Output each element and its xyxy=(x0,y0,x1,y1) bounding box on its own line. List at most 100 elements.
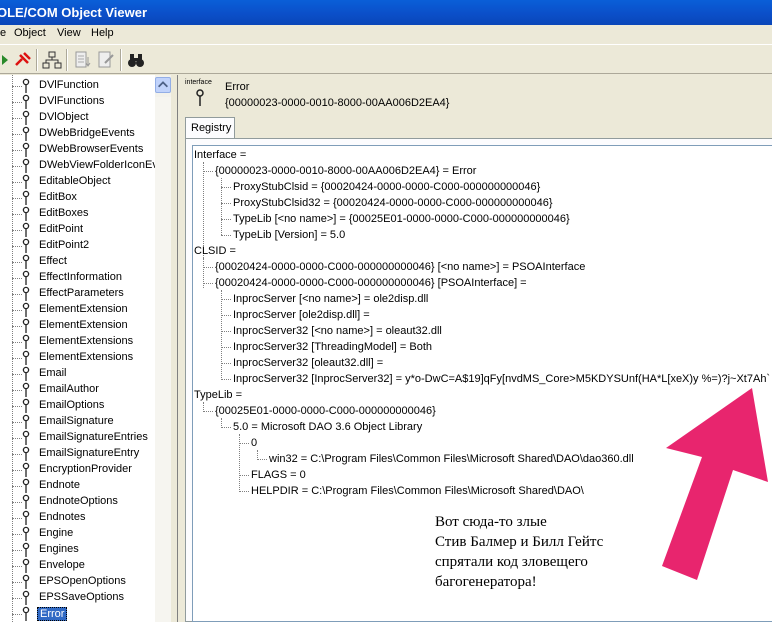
registry-line: InprocServer32 [<no name>] = oleaut32.dl… xyxy=(233,325,442,337)
tree-item-label: EditPoint xyxy=(39,223,84,235)
annotation-line: Вот сюда-то злые xyxy=(435,514,547,530)
view-icon[interactable] xyxy=(72,49,94,71)
tree-item[interactable]: EditPoint2 xyxy=(0,238,158,254)
interface-icon xyxy=(22,606,30,621)
interface-icon xyxy=(22,350,30,365)
scroll-track[interactable] xyxy=(155,97,171,622)
tree-item-label: Endnotes xyxy=(39,511,86,523)
tree-item-label: EffectInformation xyxy=(39,271,122,283)
tree-item-label: EditPoint2 xyxy=(39,239,90,251)
tree-item[interactable]: DWebViewFolderIconEv xyxy=(0,158,158,174)
interface-icon xyxy=(22,398,30,413)
tree-connector-line xyxy=(221,315,231,316)
registry-line: InprocServer32 [oleaut32.dll] = xyxy=(233,357,384,369)
annotation-text: Вот сюда-то злые Стив Балмер и Билл Гейт… xyxy=(435,512,655,592)
tree-item[interactable]: EffectParameters xyxy=(0,286,158,302)
tree-item[interactable]: EmailSignature xyxy=(0,414,158,430)
tree-item-label: EmailSignature xyxy=(39,415,114,427)
tree-item[interactable]: Envelope xyxy=(0,558,158,574)
tree-item[interactable]: Engines xyxy=(0,542,158,558)
interface-icon xyxy=(22,78,30,93)
tree-item-label: ElementExtensions xyxy=(39,351,134,363)
tree-item[interactable]: DVlFunction xyxy=(0,78,158,94)
tree-item-label: DVlFunction xyxy=(39,79,99,91)
interface-icon xyxy=(22,494,30,509)
tree-item[interactable]: ElementExtensions xyxy=(0,350,158,366)
menu-view[interactable]: View xyxy=(57,27,81,39)
tree-item[interactable]: EffectInformation xyxy=(0,270,158,286)
tree-connector-line xyxy=(221,363,231,364)
toolbar xyxy=(0,44,772,74)
tree-item[interactable]: DVlObject xyxy=(0,110,158,126)
tree-item[interactable]: DWebBridgeEvents xyxy=(0,126,158,142)
tree-item[interactable]: DVlFunctions xyxy=(0,94,158,110)
edit-icon[interactable] xyxy=(95,49,117,71)
annotation-line: багогенератора! xyxy=(435,574,537,590)
tree-item[interactable]: ElementExtensions xyxy=(0,334,158,350)
tree-connector-line xyxy=(203,411,213,412)
tree-item[interactable]: EditableObject xyxy=(0,174,158,190)
tree-item[interactable]: Error xyxy=(0,606,158,622)
tree-connector-line xyxy=(221,219,231,220)
refresh-icon[interactable] xyxy=(0,49,12,71)
tree-item[interactable]: Engine xyxy=(0,526,158,542)
tree-item[interactable]: ElementExtension xyxy=(0,318,158,334)
tree-item[interactable]: EditPoint xyxy=(0,222,158,238)
registry-line: {00000023-0000-0010-8000-00AA006D2EA4} =… xyxy=(215,165,477,177)
interface-icon xyxy=(22,430,30,445)
annotation-line: Стив Балмер и Билл Гейтс xyxy=(435,534,604,550)
tree-item-label: EditBox xyxy=(39,191,77,203)
tree-item[interactable]: EPSSaveOptions xyxy=(0,590,158,606)
binoculars-icon[interactable] xyxy=(125,49,147,71)
tree-item[interactable]: Endnotes xyxy=(0,510,158,526)
scroll-up-button[interactable] xyxy=(155,77,171,93)
tree-item[interactable]: EmailSignatureEntry xyxy=(0,446,158,462)
window-title: OLE/COM Object Viewer xyxy=(0,5,148,20)
tree-item[interactable]: DWebBrowserEvents xyxy=(0,142,158,158)
interface-icon xyxy=(22,462,30,477)
tree-item-label: DVlObject xyxy=(39,111,89,123)
registry-line: InprocServer32 [ThreadingModel] = Both xyxy=(233,341,433,353)
tree-item[interactable]: EmailSignatureEntries xyxy=(0,430,158,446)
toolbar-separator xyxy=(36,49,38,71)
tree-connector-line xyxy=(203,171,213,172)
pin-icon[interactable] xyxy=(12,49,34,71)
tree-item-label: Endnote xyxy=(39,479,80,491)
tree-connector-line xyxy=(203,283,213,284)
menu-object[interactable]: Object xyxy=(14,27,46,39)
registry-line: {00020424-0000-0000-C000-000000000046} [… xyxy=(215,277,527,289)
tree-item[interactable]: Email xyxy=(0,366,158,382)
tree-item-label: Email xyxy=(39,367,67,379)
tree-item[interactable]: ElementExtension xyxy=(0,302,158,318)
tree-item[interactable]: EditBoxes xyxy=(0,206,158,222)
tree-item-label: DWebBridgeEvents xyxy=(39,127,135,139)
registry-line: ProxyStubClsid = {00020424-0000-0000-C00… xyxy=(233,181,541,193)
tree-item[interactable]: EmailOptions xyxy=(0,398,158,414)
toolbar-separator xyxy=(120,49,122,71)
tree-item[interactable]: Endnote xyxy=(0,478,158,494)
tree-item[interactable]: EmailAuthor xyxy=(0,382,158,398)
tree-icon[interactable] xyxy=(41,49,63,71)
interface-icon xyxy=(22,366,30,381)
interface-icon xyxy=(22,542,30,557)
interface-icon xyxy=(22,318,30,333)
chevron-up-icon xyxy=(158,81,168,88)
tree-item[interactable]: EndnoteOptions xyxy=(0,494,158,510)
tree-item[interactable]: EditBox xyxy=(0,190,158,206)
annotation-line: спрятали код зловещего xyxy=(435,554,588,570)
tree-item[interactable]: Effect xyxy=(0,254,158,270)
tree-item-label: DVlFunctions xyxy=(39,95,105,107)
tree-item[interactable]: EPSOpenOptions xyxy=(0,574,158,590)
tree-item[interactable]: EncryptionProvider xyxy=(0,462,158,478)
menu-cutoff[interactable]: e xyxy=(0,27,6,39)
interface-icon xyxy=(22,254,30,269)
interface-icon xyxy=(22,158,30,173)
interface-icon xyxy=(22,126,30,141)
tab-registry[interactable]: Registry xyxy=(185,117,235,139)
interface-icon xyxy=(22,510,30,525)
interface-icon xyxy=(22,174,30,189)
tree-item-label: EmailAuthor xyxy=(39,383,99,395)
tree-connector-line xyxy=(221,290,222,380)
menu-help[interactable]: Help xyxy=(91,27,114,39)
object-tree[interactable]: DVlFunction DVlFunctions DVlObject DWebBrid… xyxy=(0,75,171,622)
